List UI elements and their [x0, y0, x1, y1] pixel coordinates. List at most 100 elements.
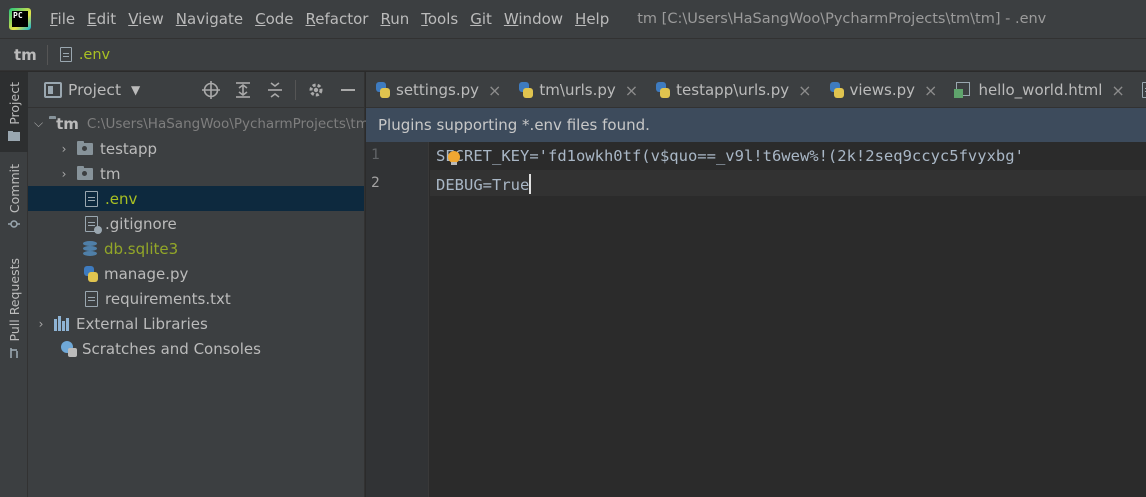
banner-text: Plugins supporting *.env files found.	[378, 116, 650, 134]
pull-request-icon	[10, 348, 18, 359]
folder-icon	[77, 140, 93, 155]
gear-icon[interactable]	[300, 72, 332, 108]
menu-file[interactable]: File	[44, 0, 81, 38]
python-file-icon	[655, 82, 671, 98]
menu-help[interactable]: Help	[569, 0, 615, 38]
text-caret	[529, 174, 532, 194]
text-file-icon	[1141, 82, 1146, 98]
menu-view[interactable]: View	[122, 0, 170, 38]
tool-tab-project[interactable]: Project	[0, 72, 28, 152]
close-icon[interactable]: ×	[798, 81, 811, 100]
menu-window[interactable]: Window	[498, 0, 569, 38]
locate-file-icon[interactable]	[195, 72, 227, 108]
chevron-down-icon[interactable]: ⌵	[34, 116, 43, 131]
tool-tab-pull-requests-label: Pull Requests	[6, 258, 22, 342]
breadcrumb-file[interactable]: .env	[79, 47, 110, 63]
menu-code[interactable]: Code	[249, 0, 299, 38]
chevron-right-icon[interactable]: ›	[57, 142, 71, 156]
pycharm-logo-icon: PC	[9, 8, 31, 30]
tree-item-label: Scratches and Consoles	[82, 339, 261, 358]
lightbulb-icon[interactable]	[448, 151, 460, 165]
tree-item-label: manage.py	[104, 264, 189, 283]
tree-root-label: tm	[56, 114, 79, 133]
tool-window-strip: Project Commit Pull Requests	[0, 72, 28, 497]
close-icon[interactable]: ×	[625, 81, 638, 100]
menu-navigate[interactable]: Navigate	[170, 0, 249, 38]
tree-item-label: .gitignore	[105, 214, 177, 233]
text-file-icon	[85, 290, 98, 307]
project-tool-window: Project ▼ ⌵ tm C:\Users\HaSangWoo\Pychar…	[28, 72, 369, 497]
tree-file-db[interactable]: db.sqlite3	[28, 236, 364, 261]
code-editor[interactable]: SECRET_KEY='fd1owkh0tf(v$quo==_v9l!t6wew…	[430, 142, 1146, 497]
editor-gutter: 1 2	[366, 142, 429, 497]
tree-scratches[interactable]: Scratches and Consoles	[28, 336, 364, 361]
tree-item-label: External Libraries	[76, 314, 208, 333]
menu-edit[interactable]: Edit	[81, 0, 122, 38]
tab-label: settings.py	[396, 81, 479, 99]
project-view-icon	[44, 81, 62, 98]
window-title: tm [C:\Users\HaSangWoo\PycharmProjects\t…	[637, 11, 1047, 27]
tree-file-manage[interactable]: manage.py	[28, 261, 364, 286]
project-panel-toolbar	[195, 72, 364, 108]
tool-tab-pull-requests[interactable]: Pull Requests	[0, 258, 28, 368]
breadcrumb-separator	[46, 44, 48, 65]
close-icon[interactable]: ×	[488, 81, 501, 100]
tree-folder-testapp[interactable]: › testapp	[28, 136, 364, 161]
tree-item-label: db.sqlite3	[104, 239, 179, 258]
database-icon	[83, 240, 97, 257]
menu-run[interactable]: Run	[374, 0, 415, 38]
tab-requirements[interactable]: requ	[1133, 72, 1146, 107]
tab-views-py[interactable]: views.py ×	[820, 72, 946, 107]
tree-item-label: .env	[105, 189, 138, 208]
menu-tools[interactable]: Tools	[415, 0, 464, 38]
code-line-2[interactable]: DEBUG=True	[436, 174, 532, 194]
tree-file-gitignore[interactable]: .gitignore	[28, 211, 364, 236]
tab-settings-py[interactable]: settings.py ×	[366, 72, 509, 107]
hide-panel-icon[interactable]	[332, 72, 364, 108]
python-file-icon	[518, 82, 534, 98]
project-panel-header: Project ▼	[28, 72, 364, 108]
project-tree: ⌵ tm C:\Users\HaSangWoo\PycharmProjects\…	[28, 108, 369, 361]
expand-all-icon[interactable]	[227, 72, 259, 108]
tree-item-label: requirements.txt	[105, 289, 231, 308]
chevron-right-icon[interactable]: ›	[57, 167, 71, 181]
tree-item-label: tm	[100, 164, 121, 183]
current-line-highlight	[430, 170, 1146, 196]
breadcrumb-project[interactable]: tm	[14, 46, 37, 64]
tree-folder-tm[interactable]: › tm	[28, 161, 364, 186]
tool-tab-project-label: Project	[6, 82, 22, 125]
tab-hello-world-html[interactable]: hello_world.html ×	[945, 72, 1132, 107]
folder-icon	[77, 165, 93, 180]
code-line-1[interactable]: SECRET_KEY='fd1owkh0tf(v$quo==_v9l!t6wew…	[436, 147, 1024, 165]
menu-bar: PC File Edit View Navigate Code Refactor…	[0, 0, 1146, 38]
close-icon[interactable]: ×	[924, 81, 937, 100]
tree-root[interactable]: ⌵ tm C:\Users\HaSangWoo\PycharmProjects\…	[28, 111, 369, 136]
menu-git[interactable]: Git	[464, 0, 498, 38]
tab-testapp-urls-py[interactable]: testapp\urls.py ×	[646, 72, 819, 107]
python-file-icon	[829, 82, 845, 98]
file-icon	[85, 190, 98, 207]
close-icon[interactable]: ×	[1111, 81, 1124, 100]
scratches-icon	[60, 340, 78, 358]
collapse-all-icon[interactable]	[259, 72, 291, 108]
chevron-right-icon[interactable]: ›	[34, 317, 48, 331]
tool-tab-commit[interactable]: Commit	[0, 164, 28, 236]
tool-tab-commit-label: Commit	[6, 164, 22, 214]
tree-item-label: testapp	[100, 139, 158, 158]
menu-refactor[interactable]: Refactor	[300, 0, 375, 38]
chevron-down-icon[interactable]: ▼	[131, 83, 140, 97]
tab-label: views.py	[849, 81, 916, 99]
python-file-icon	[375, 82, 391, 98]
gitignore-file-icon	[85, 215, 102, 234]
library-icon	[54, 316, 72, 331]
tree-file-env[interactable]: .env	[28, 186, 364, 211]
breadcrumb: tm .env	[0, 38, 1146, 71]
plugins-notification-banner: Plugins supporting *.env files found.	[366, 108, 1146, 142]
line-number: 2	[371, 175, 380, 191]
tree-file-requirements[interactable]: requirements.txt	[28, 286, 364, 311]
tree-external-libraries[interactable]: › External Libraries	[28, 311, 364, 336]
tab-tm-urls-py[interactable]: tm\urls.py ×	[509, 72, 646, 107]
tree-root-path: C:\Users\HaSangWoo\PycharmProjects\tm	[86, 115, 369, 132]
project-view-selector[interactable]: Project	[68, 81, 121, 99]
commit-icon	[8, 220, 20, 228]
